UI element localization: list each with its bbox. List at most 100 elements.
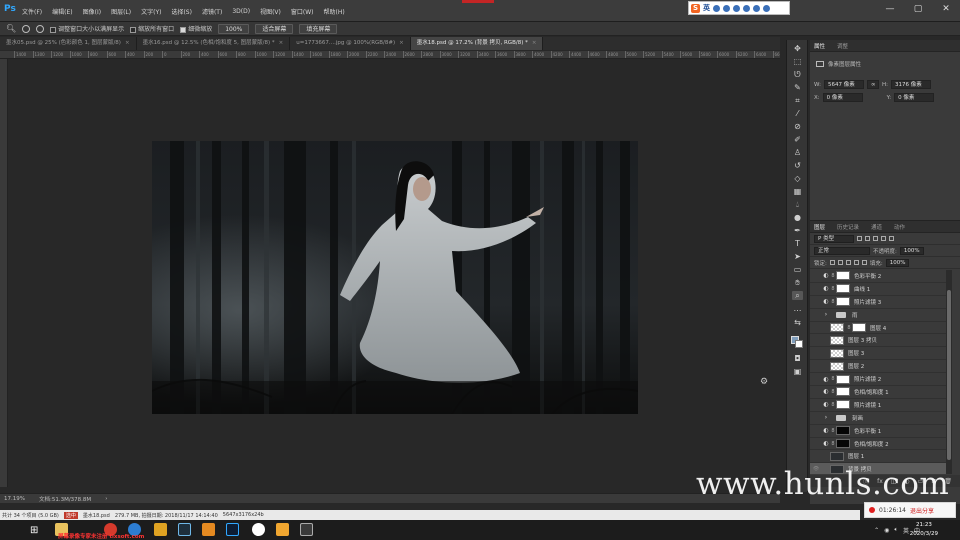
screen-recorder-icon[interactable] bbox=[300, 523, 313, 536]
lock-pixels-icon[interactable] bbox=[837, 260, 843, 265]
fill-field[interactable]: 100% bbox=[885, 258, 910, 267]
scrubby-zoom-checkbox[interactable] bbox=[180, 26, 187, 33]
menu-item[interactable]: 滤镜(T) bbox=[202, 7, 222, 16]
ime-tools-icon[interactable] bbox=[763, 4, 770, 12]
lightroom-icon[interactable] bbox=[178, 523, 191, 536]
layer-mask-thumbnail[interactable] bbox=[836, 400, 850, 410]
filter-pixel-icon[interactable] bbox=[857, 236, 862, 241]
layer-row[interactable]: ◐ 8 照片滤镜 1 bbox=[810, 398, 946, 412]
close-tab-icon[interactable]: × bbox=[279, 40, 284, 46]
tray-language[interactable]: 英 bbox=[903, 526, 909, 535]
ime-emoji-icon[interactable] bbox=[723, 4, 730, 12]
filter-type-icon[interactable] bbox=[873, 236, 878, 241]
lock-artboard-icon[interactable] bbox=[853, 260, 859, 265]
layer-thumbnail[interactable] bbox=[830, 348, 844, 358]
layers-scrollbar[interactable] bbox=[946, 270, 952, 474]
horizontal-ruler[interactable]: 1400 1300 1200 1000 800 600 400 200 0 200 400 600 80… bbox=[0, 51, 780, 59]
eyedropper-tool-icon[interactable]: ⁄ bbox=[792, 109, 803, 118]
fit-screen-button[interactable]: 适合屏幕 bbox=[255, 23, 294, 34]
quick-mask-icon[interactable]: ◘ bbox=[792, 354, 803, 363]
maximize-button[interactable]: ▢ bbox=[904, 0, 932, 18]
filter-adjust-icon[interactable] bbox=[865, 236, 870, 241]
ime-punct-icon[interactable] bbox=[713, 4, 720, 12]
document-image[interactable] bbox=[152, 141, 638, 414]
menu-item[interactable]: 图像(I) bbox=[83, 7, 101, 16]
layer-row[interactable]: ◐ 8 曲线 1 bbox=[810, 282, 946, 296]
layer-row[interactable]: 图层 3 拷贝 bbox=[810, 334, 946, 348]
pen-tool-icon[interactable]: ✒ bbox=[792, 226, 803, 235]
history-brush-tool-icon[interactable]: ↺ bbox=[792, 161, 803, 170]
document-tab[interactable]: 墨水05.psd @ 25% (色彩颜色 1, 图层蒙版/8) × bbox=[0, 37, 137, 50]
menu-item[interactable]: 文字(Y) bbox=[141, 7, 161, 16]
layer-mask-thumbnail[interactable] bbox=[836, 284, 850, 294]
filter-shape-icon[interactable] bbox=[881, 236, 886, 241]
layer-row[interactable]: ◐ 8 色相/饱和度 2 bbox=[810, 437, 946, 451]
qq-icon[interactable] bbox=[252, 523, 265, 536]
menu-item[interactable]: 选择(S) bbox=[171, 7, 192, 16]
group-expand-icon[interactable]: › bbox=[822, 311, 830, 318]
close-button[interactable]: ✕ bbox=[932, 0, 960, 18]
quick-select-tool-icon[interactable]: ✎ bbox=[792, 83, 803, 92]
filter-smart-icon[interactable] bbox=[889, 236, 894, 241]
dodge-tool-icon[interactable]: ● bbox=[792, 213, 803, 222]
layer-thumbnail[interactable] bbox=[830, 361, 844, 371]
zoom-tool-icon[interactable]: 🔍︎ bbox=[6, 24, 16, 33]
zoom-all-checkbox[interactable] bbox=[130, 26, 137, 33]
layer-row[interactable]: 图层 3 bbox=[810, 347, 946, 361]
hand-tool-icon[interactable]: ✋︎ bbox=[792, 278, 803, 287]
menu-item[interactable]: 编辑(E) bbox=[52, 7, 72, 16]
layer-mask-thumbnail[interactable] bbox=[836, 439, 850, 449]
height-field[interactable]: 3176 像素 bbox=[890, 80, 931, 89]
document-tab[interactable]: 墨水16.psd @ 12.5% (色相/饱和度 5, 图层蒙版/8) * × bbox=[137, 37, 291, 50]
tab-properties[interactable]: 属性 bbox=[814, 42, 825, 50]
tray-network-icon[interactable]: ◉ bbox=[884, 527, 889, 534]
layer-row[interactable]: ◐ 8 色彩平衡 1 bbox=[810, 424, 946, 438]
lock-transparent-icon[interactable] bbox=[829, 260, 835, 265]
menu-item[interactable]: 帮助(H) bbox=[324, 7, 345, 16]
layer-thumbnail[interactable] bbox=[830, 451, 844, 461]
layer-row[interactable]: ◐ 8 色相/饱和度 1 bbox=[810, 386, 946, 399]
menu-item[interactable]: 文件(F) bbox=[22, 7, 42, 16]
gradient-tool-icon[interactable]: ▦ bbox=[792, 187, 803, 196]
layer-row[interactable]: 图层 1 bbox=[810, 450, 946, 464]
layer-mask-thumbnail[interactable] bbox=[836, 271, 850, 281]
photoshop-taskbar-icon[interactable] bbox=[226, 523, 239, 536]
swap-colors-icon[interactable]: ⇆ bbox=[792, 318, 803, 327]
minimize-button[interactable]: — bbox=[876, 0, 904, 18]
zoom-out-icon[interactable] bbox=[36, 24, 45, 33]
x-field[interactable]: 0 像素 bbox=[822, 93, 863, 102]
layer-row[interactable]: ◐ 8 色彩平衡 2 bbox=[810, 270, 946, 283]
layer-row[interactable]: 图层 2 bbox=[810, 360, 946, 374]
crop-tool-icon[interactable]: ⌗ bbox=[792, 96, 803, 105]
ime-mic-icon[interactable] bbox=[733, 4, 740, 12]
type-tool-icon[interactable]: T bbox=[792, 239, 803, 248]
vertical-ruler[interactable] bbox=[0, 59, 8, 487]
blend-mode-select[interactable]: 正常 bbox=[814, 246, 870, 255]
ime-keyboard-icon[interactable] bbox=[743, 4, 750, 12]
menu-item[interactable]: 视图(V) bbox=[260, 7, 281, 16]
menu-item[interactable]: 3D(D) bbox=[232, 8, 250, 15]
more-tools-icon[interactable]: … bbox=[792, 304, 803, 313]
recording-widget[interactable]: 01:26:14 退出分享 bbox=[864, 502, 956, 518]
status-zoom[interactable]: 17.19% bbox=[4, 496, 25, 502]
stop-share-button[interactable]: 退出分享 bbox=[910, 506, 934, 515]
layer-filter-select[interactable]: P 类型 bbox=[814, 234, 854, 243]
healing-brush-tool-icon[interactable]: ⊘ bbox=[792, 122, 803, 131]
layer-row[interactable]: › 雨 bbox=[810, 308, 946, 322]
lock-position-icon[interactable] bbox=[845, 260, 851, 265]
clone-stamp-tool-icon[interactable]: ♙ bbox=[792, 148, 803, 157]
lasso-tool-icon[interactable]: ᘎ bbox=[792, 70, 803, 79]
zoom-tool-icon[interactable]: ⌕ bbox=[792, 291, 803, 300]
layer-mask-thumbnail[interactable] bbox=[836, 374, 850, 384]
layer-mask-thumbnail[interactable] bbox=[836, 387, 850, 397]
zoom-in-icon[interactable] bbox=[22, 24, 31, 33]
zoom-100-button[interactable]: 100% bbox=[218, 23, 250, 34]
ime-toolbar[interactable]: S 英 bbox=[688, 1, 790, 15]
tab-adjustments[interactable]: 调整 bbox=[837, 42, 848, 50]
link-size-icon[interactable]: ∞ bbox=[866, 80, 879, 89]
layer-mask-thumbnail[interactable] bbox=[836, 426, 850, 436]
layer-row[interactable]: 8 图层 4 bbox=[810, 321, 946, 335]
tab-layers[interactable]: 图层 bbox=[814, 223, 825, 231]
menu-item[interactable]: 窗口(W) bbox=[291, 7, 314, 16]
document-tab[interactable]: u=1773667....jpg @ 100%(RGB/8#) × bbox=[290, 37, 411, 50]
